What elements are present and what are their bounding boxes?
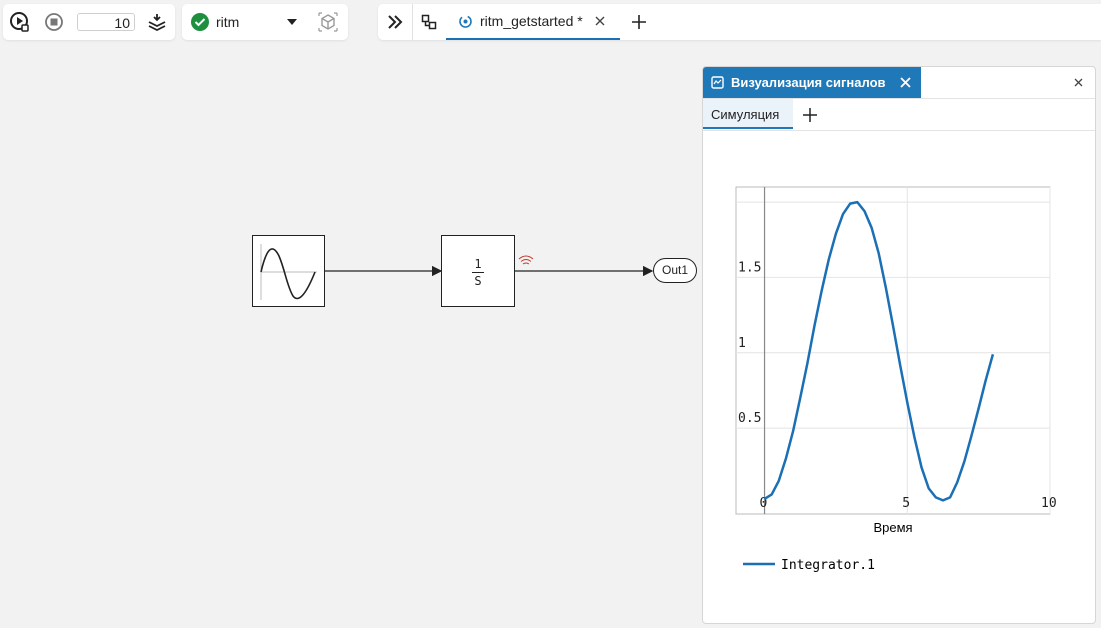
scope-icon [711, 76, 724, 89]
integrator-numerator: 1 [474, 257, 482, 271]
tab-simulation[interactable]: Симуляция [703, 99, 793, 129]
wifi-icon [518, 255, 534, 265]
signal-viewer-panel: Визуализация сигналов Симуляция 0.5 1 1.5 0… [702, 66, 1096, 624]
sine-wave-block[interactable] [252, 235, 325, 307]
tab-simulation-label: Симуляция [711, 107, 780, 122]
fraction-bar [472, 272, 484, 273]
x-tick-label: 10 [1041, 496, 1057, 511]
close-panel-icon[interactable] [1074, 78, 1083, 87]
add-plot-tab-button[interactable] [797, 102, 823, 128]
outport-block[interactable]: Out1 [653, 258, 697, 283]
legend-label: Integrator.1 [781, 558, 875, 573]
viewer-title: Визуализация сигналов [731, 75, 886, 90]
x-tick-label: 5 [902, 496, 910, 511]
signal-chart[interactable]: 0.511.50 5 10 Время Integrator.1 [703, 131, 1095, 621]
sine-wave-icon [260, 244, 317, 300]
x-axis-label: Время [873, 520, 912, 535]
close-viewer-tab-icon[interactable] [900, 77, 911, 88]
viewer-tab[interactable]: Визуализация сигналов [703, 67, 921, 98]
y-tick-label: 1 [738, 336, 746, 351]
plus-icon [803, 108, 817, 122]
integrator-block[interactable]: 1 S [441, 235, 515, 307]
signal-lines [325, 255, 654, 277]
y-tick-label: 1.5 [738, 260, 761, 275]
y-tick-label: 0.5 [738, 411, 761, 426]
integrator-denominator: S [474, 274, 482, 288]
